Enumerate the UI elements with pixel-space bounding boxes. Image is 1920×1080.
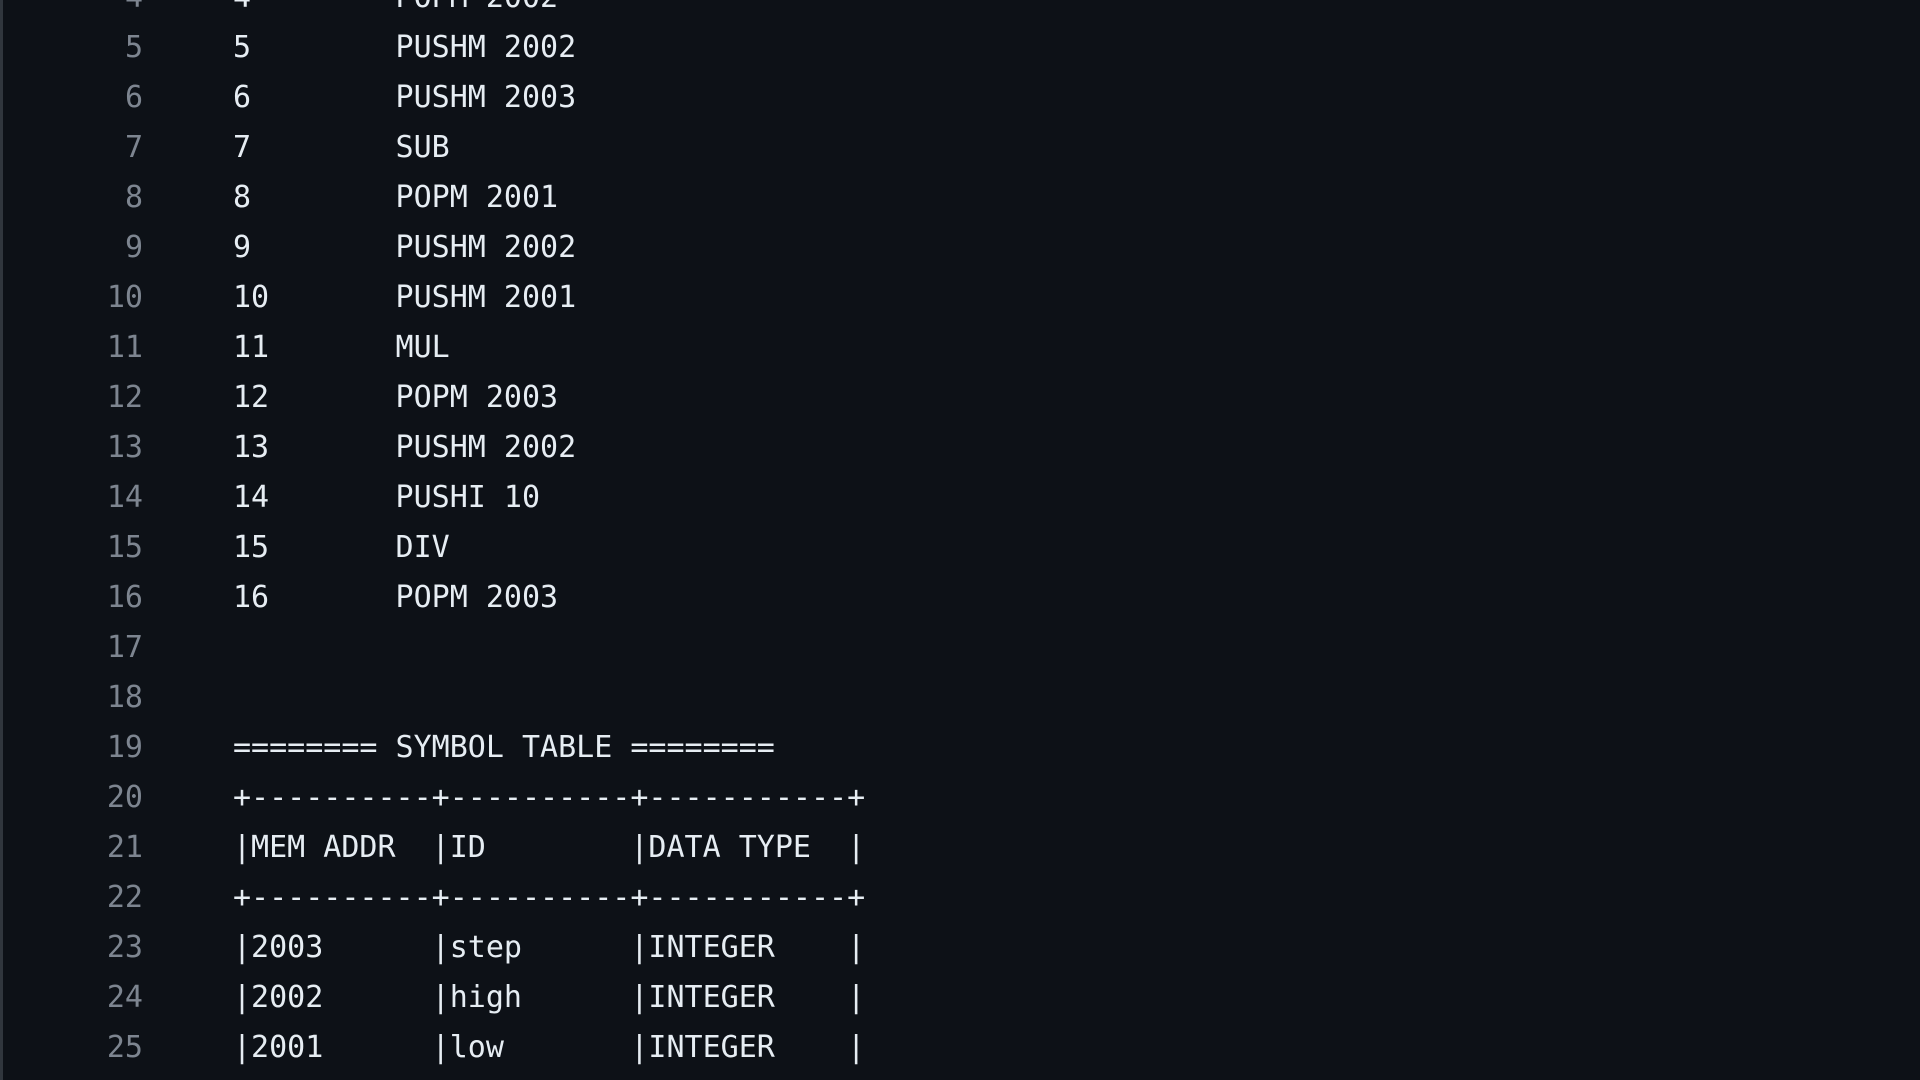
line-number: 17: [106, 630, 143, 665]
line-number: 8: [124, 180, 143, 215]
code-line[interactable]: 12 12 POPM 2003: [0, 373, 1920, 423]
code-line[interactable]: 7 7 SUB: [0, 123, 1920, 173]
line-number: 18: [106, 680, 143, 715]
line-number: 5: [124, 30, 143, 65]
code-line[interactable]: 9 9 PUSHM 2002: [0, 223, 1920, 273]
line-number: 21: [106, 830, 143, 865]
line-text: 5 PUSHM 2002: [233, 30, 577, 65]
line-text: 16 POPM 2003: [233, 580, 559, 615]
line-number: 12: [106, 380, 143, 415]
line-text: 4 POPM 2002: [233, 0, 558, 23]
line-number: 11: [106, 330, 143, 365]
code-line[interactable]: 16 16 POPM 2003: [0, 573, 1920, 623]
code-line[interactable]: 10 10 PUSHM 2001: [0, 273, 1920, 323]
line-number: 19: [106, 730, 143, 765]
code-line[interactable]: 23 |2003 |step |INTEGER |: [0, 923, 1920, 973]
line-text: ======== SYMBOL TABLE ========: [233, 730, 775, 765]
code-area[interactable]: 44 POPM 200255 PUSHM 200266 PUSHM 200377…: [0, 0, 1920, 1073]
line-number: 9: [124, 230, 143, 265]
code-line[interactable]: 8 8 POPM 2001: [0, 173, 1920, 223]
line-number: 14: [106, 480, 143, 515]
line-number: 4: [0, 0, 143, 23]
line-number: 25: [106, 1030, 143, 1065]
line-number: 16: [106, 580, 143, 615]
line-text: +----------+----------+-----------+: [233, 880, 866, 915]
line-number: 13: [106, 430, 143, 465]
line-number: 10: [106, 280, 143, 315]
line-text: 6 PUSHM 2003: [233, 80, 577, 115]
line-text: |2002 |high |INTEGER |: [233, 980, 866, 1015]
code-line[interactable]: 5 5 PUSHM 2002: [0, 23, 1920, 73]
line-text: |2001 |low |INTEGER |: [233, 1030, 866, 1065]
line-text: |MEM ADDR |ID |DATA TYPE |: [233, 830, 866, 865]
line-text: +----------+----------+-----------+: [233, 780, 866, 815]
line-text: 10 PUSHM 2001: [233, 280, 577, 315]
line-number: 23: [106, 930, 143, 965]
code-line[interactable]: 19 ======== SYMBOL TABLE ========: [0, 723, 1920, 773]
code-line[interactable]: 14 14 PUSHI 10: [0, 473, 1920, 523]
code-line[interactable]: 20 +----------+----------+-----------+: [0, 773, 1920, 823]
line-text: 13 PUSHM 2002: [233, 430, 577, 465]
code-line[interactable]: 24 |2002 |high |INTEGER |: [0, 973, 1920, 1023]
line-number: 15: [106, 530, 143, 565]
code-line[interactable]: 4 4 POPM 2002: [0, 0, 1920, 23]
line-text: 7 SUB: [233, 130, 450, 165]
line-text: 15 DIV: [233, 530, 450, 565]
line-text: 14 PUSHI 10: [233, 480, 541, 515]
code-line[interactable]: 6 6 PUSHM 2003: [0, 73, 1920, 123]
code-line[interactable]: 22 +----------+----------+-----------+: [0, 873, 1920, 923]
line-text: |2003 |step |INTEGER |: [233, 930, 866, 965]
code-editor[interactable]: 44 POPM 200255 PUSHM 200266 PUSHM 200377…: [0, 0, 1920, 1080]
line-number: 7: [124, 130, 143, 165]
code-line[interactable]: 18: [0, 673, 1920, 723]
line-text: 11 MUL: [233, 330, 450, 365]
line-number: 24: [106, 980, 143, 1015]
line-number: 6: [124, 80, 143, 115]
code-line[interactable]: 17: [0, 623, 1920, 673]
code-line[interactable]: 21 |MEM ADDR |ID |DATA TYPE |: [0, 823, 1920, 873]
code-line[interactable]: 25 |2001 |low |INTEGER |: [0, 1023, 1920, 1073]
line-number: 22: [106, 880, 143, 915]
line-text: 12 POPM 2003: [233, 380, 559, 415]
code-line[interactable]: 11 11 MUL: [0, 323, 1920, 373]
code-line[interactable]: 13 13 PUSHM 2002: [0, 423, 1920, 473]
code-line[interactable]: 15 15 DIV: [0, 523, 1920, 573]
line-text: 9 PUSHM 2002: [233, 230, 577, 265]
line-text: 8 POPM 2001: [233, 180, 559, 215]
line-number: 20: [106, 780, 143, 815]
